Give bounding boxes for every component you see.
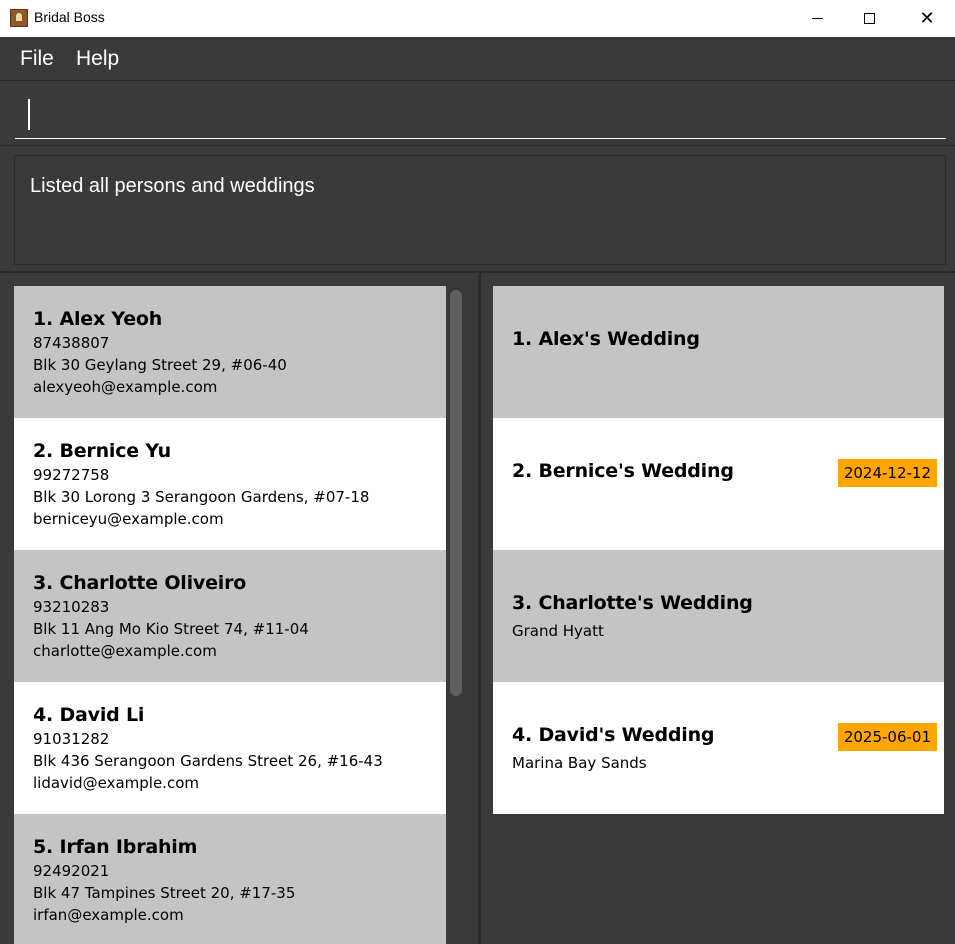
command-input[interactable] [15,92,946,139]
person-name: 1. Alex Yeoh [33,308,163,330]
app-icon [10,9,28,27]
window-title: Bridal Boss [34,9,105,25]
menu-file[interactable]: File [20,47,54,71]
result-message: Listed all persons and weddings [30,175,315,197]
wedding-venue: Grand Hyatt [512,622,604,640]
person-phone: 91031282 [33,730,110,748]
menu-bar: File Help [0,37,955,81]
person-address: Blk 30 Lorong 3 Serangoon Gardens, #07-1… [33,488,370,506]
text-caret [28,99,30,130]
wedding-date-tag: 2025-06-01 [837,723,937,751]
person-address: Blk 47 Tampines Street 20, #17-35 [33,884,296,902]
person-card[interactable]: 1. Alex Yeoh 87438807 Blk 30 Geylang Str… [14,286,446,418]
person-card[interactable]: 2. Bernice Yu 99272758 Blk 30 Lorong 3 S… [14,418,446,550]
wedding-list[interactable]: 1. Alex's Wedding 2. Bernice's Wedding 2… [493,286,944,814]
wedding-name: 3. Charlotte's Wedding [512,592,753,614]
result-display: Listed all persons and weddings [14,155,946,265]
person-phone: 99272758 [33,466,110,484]
wedding-venue: Marina Bay Sands [512,754,647,772]
person-email: alexyeoh@example.com [33,378,218,396]
person-card[interactable]: 4. David Li 91031282 Blk 436 Serangoon G… [14,682,446,814]
wedding-card[interactable]: 2. Bernice's Wedding 2024-12-12 [493,418,944,550]
maximize-button[interactable] [846,0,892,37]
person-phone: 92492021 [33,862,110,880]
person-name: 4. David Li [33,704,145,726]
minimize-button[interactable] [794,0,840,37]
person-address: Blk 30 Geylang Street 29, #06-40 [33,356,287,374]
wedding-card[interactable]: 4. David's Wedding Marina Bay Sands 2025… [493,682,944,814]
person-card[interactable]: 3. Charlotte Oliveiro 93210283 Blk 11 An… [14,550,446,682]
title-bar: Bridal Boss ✕ [0,0,955,37]
person-list-scrollbar[interactable] [450,290,462,696]
panel-divider[interactable] [478,273,481,944]
person-email: berniceyu@example.com [33,510,224,528]
wedding-card[interactable]: 3. Charlotte's Wedding Grand Hyatt [493,550,944,682]
person-phone: 87438807 [33,334,110,352]
wedding-date-tag: 2024-12-12 [837,459,937,487]
menu-help[interactable]: Help [76,47,119,71]
wedding-card[interactable]: 1. Alex's Wedding [493,286,944,418]
person-list[interactable]: 1. Alex Yeoh 87438807 Blk 30 Geylang Str… [14,286,446,944]
person-email: irfan@example.com [33,906,184,924]
person-phone: 93210283 [33,598,110,616]
maximize-icon [863,13,875,24]
person-email: charlotte@example.com [33,642,217,660]
person-address: Blk 11 Ang Mo Kio Street 74, #11-04 [33,620,309,638]
minimize-icon [811,18,823,19]
wedding-name: 1. Alex's Wedding [512,328,700,350]
command-box [0,82,955,146]
person-email: lidavid@example.com [33,774,199,792]
close-button[interactable]: ✕ [904,0,950,37]
wedding-name: 4. David's Wedding [512,724,715,746]
close-icon: ✕ [919,7,935,29]
wedding-name: 2. Bernice's Wedding [512,460,734,482]
person-address: Blk 436 Serangoon Gardens Street 26, #16… [33,752,383,770]
person-name: 2. Bernice Yu [33,440,171,462]
person-card[interactable]: 5. Irfan Ibrahim 92492021 Blk 47 Tampine… [14,814,446,944]
person-name: 3. Charlotte Oliveiro [33,572,247,594]
person-name: 5. Irfan Ibrahim [33,836,198,858]
